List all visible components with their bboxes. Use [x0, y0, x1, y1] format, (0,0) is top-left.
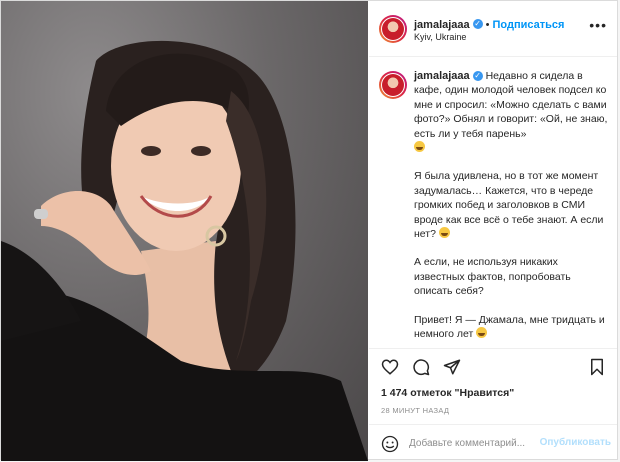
portrait-illustration [1, 40, 368, 461]
caption-area: jamalajaaa ✓ Недавно я сидела в кафе, оди… [369, 57, 617, 347]
laughing-emoji-icon [414, 141, 425, 153]
share-icon[interactable] [443, 358, 461, 376]
emoji-icon[interactable] [381, 435, 399, 453]
caption-username[interactable]: jamalajaaa [414, 70, 470, 82]
caption-avatar[interactable] [379, 71, 407, 99]
publish-button[interactable]: Опубликовать [540, 437, 611, 448]
post-photo[interactable] [1, 1, 368, 461]
comment-box: Опубликовать [369, 424, 617, 462]
laughing-emoji-icon [438, 227, 450, 239]
action-bar [369, 348, 617, 389]
location-link[interactable]: Kyiv, Ukraine [414, 32, 466, 42]
post-side-panel: jamalajaaa ✓ • Подписаться Kyiv, Ukraine ••… [369, 1, 617, 459]
post-timestamp[interactable]: 28 МИНУТ НАЗАД [381, 406, 449, 415]
comment-input[interactable] [409, 434, 549, 452]
post-header: jamalajaaa ✓ • Подписаться Kyiv, Ukraine ••… [369, 1, 617, 57]
verified-badge-icon: ✓ [472, 71, 483, 82]
avatar[interactable] [379, 15, 407, 43]
caption-paragraph: Привет! Я — Джамала, мне тридцать и немн… [414, 313, 605, 341]
caption-text: jamalajaaa ✓ Недавно я сидела в кафе, оди… [414, 69, 609, 347]
comment-icon[interactable] [412, 358, 430, 376]
caption-paragraph: А если, не используя никаких известных ф… [414, 256, 571, 298]
more-options-icon[interactable]: ••• [589, 17, 607, 33]
separator-dot: • [485, 19, 490, 31]
likes-count[interactable]: 1 474 отметок "Нравится" [381, 387, 514, 399]
header-username[interactable]: jamalajaaa [414, 19, 470, 31]
instagram-post: jamalajaaa ✓ • Подписаться Kyiv, Ukraine ••… [0, 0, 618, 461]
follow-button[interactable]: Подписаться [493, 19, 565, 31]
bookmark-icon[interactable] [589, 358, 605, 376]
verified-badge-icon: ✓ [472, 18, 483, 29]
header-line: jamalajaaa ✓ • Подписаться [414, 15, 564, 33]
laughing-emoji-icon [476, 327, 488, 339]
heart-icon[interactable] [381, 358, 399, 376]
